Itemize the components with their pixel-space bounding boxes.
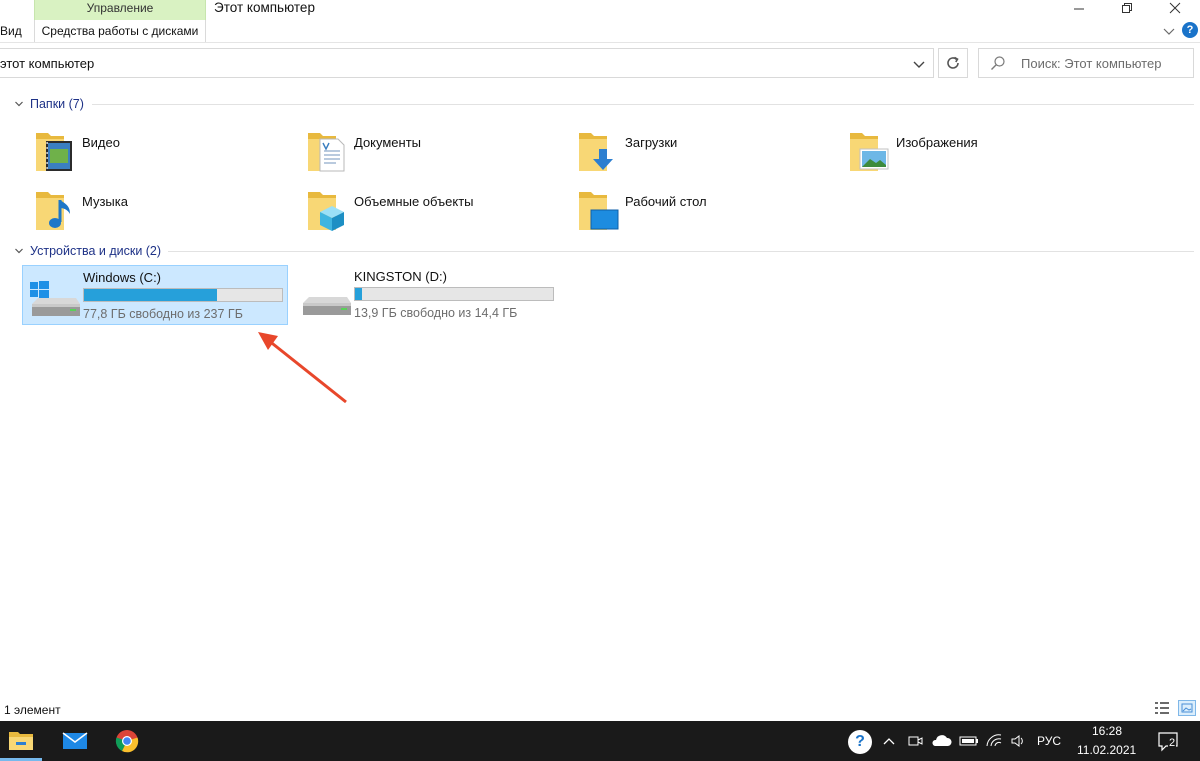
- taskbar-file-explorer[interactable]: [0, 721, 42, 761]
- search-icon: [990, 55, 1006, 71]
- camera-icon: [908, 736, 923, 746]
- folder-desktop[interactable]: Рабочий стол: [577, 184, 707, 240]
- downloads-folder-icon: [579, 133, 613, 171]
- folder-music[interactable]: Музыка: [34, 184, 128, 240]
- music-folder-icon: [36, 192, 70, 230]
- tab-view[interactable]: Вид: [0, 20, 22, 42]
- speaker-icon: [1011, 735, 1023, 747]
- usb-drive-icon: [303, 297, 351, 315]
- taskbar-mail[interactable]: [54, 721, 96, 761]
- drive-free-space: 13,9 ГБ свободно из 14,4 ГБ: [354, 306, 518, 320]
- onedrive-tray-icon[interactable]: [930, 733, 952, 749]
- clock-date[interactable]: 11.02.2021: [1077, 743, 1136, 757]
- drive-c[interactable]: Windows (C:) 77,8 ГБ свободно из 237 ГБ: [22, 265, 288, 325]
- help-tray-icon[interactable]: ?: [848, 730, 872, 754]
- folder-downloads[interactable]: Загрузки: [577, 125, 677, 181]
- clock-time[interactable]: 16:28: [1092, 724, 1122, 738]
- taskbar-chrome[interactable]: [106, 721, 148, 761]
- chevron-up-icon: [883, 738, 895, 745]
- tab-disk-tools[interactable]: Средства работы с дисками: [34, 20, 206, 42]
- details-view-icon: [1155, 702, 1169, 714]
- group-title: Папки (7): [30, 97, 84, 111]
- collapse-ribbon-button[interactable]: [1160, 22, 1178, 40]
- address-bar[interactable]: [0, 48, 934, 78]
- mail-icon: [62, 732, 88, 749]
- refresh-icon: [947, 56, 959, 69]
- annotation-arrow: [258, 332, 347, 404]
- folder-label: Изображения: [896, 135, 978, 150]
- minimize-icon: [1074, 8, 1084, 10]
- close-button[interactable]: [1152, 0, 1198, 16]
- folder-pictures[interactable]: Изображения: [848, 125, 978, 181]
- action-center-button[interactable]: 2: [1156, 729, 1182, 753]
- windows-drive-icon: [30, 281, 80, 316]
- tab-manage-context: Управление: [34, 0, 206, 20]
- meet-now-tray-icon[interactable]: [906, 733, 924, 749]
- details-view-button[interactable]: [1154, 700, 1170, 716]
- refresh-button[interactable]: [938, 48, 968, 78]
- tiles-view-icon: [1181, 703, 1193, 713]
- chevron-down-icon: [913, 61, 925, 68]
- folder-label: Видео: [82, 135, 120, 150]
- drive-d[interactable]: KINGSTON (D:) 13,9 ГБ свободно из 14,4 Г…: [294, 265, 564, 325]
- folder-videos[interactable]: Видео: [34, 125, 120, 181]
- group-title: Устройства и диски (2): [30, 244, 162, 258]
- chevron-down-icon: [15, 101, 23, 107]
- battery-icon: [959, 736, 978, 746]
- group-divider: [92, 104, 1194, 105]
- address-history-dropdown[interactable]: [909, 55, 929, 73]
- folder-label: Загрузки: [625, 135, 678, 150]
- help-button[interactable]: ?: [1182, 22, 1198, 38]
- status-item-count: 1 элемент: [4, 703, 61, 717]
- battery-tray-icon[interactable]: [958, 733, 980, 749]
- help-icon: ?: [1186, 24, 1194, 36]
- pictures-folder-icon: [850, 133, 889, 171]
- drive-usage-bar: [354, 287, 554, 301]
- drive-free-space: 77,8 ГБ свободно из 237 ГБ: [83, 307, 243, 321]
- cloud-icon: [932, 735, 952, 746]
- tiles-view-button[interactable]: [1178, 700, 1196, 716]
- restore-button[interactable]: [1104, 0, 1150, 16]
- group-divider: [168, 251, 1194, 252]
- volume-tray-icon[interactable]: [1010, 733, 1028, 749]
- drive-name: KINGSTON (D:): [354, 269, 447, 284]
- desktop-folder-icon: [579, 192, 619, 230]
- group-header-drives[interactable]: Устройства и диски (2): [14, 244, 161, 258]
- folder-label: Объемные объекты: [354, 194, 474, 209]
- chrome-icon: [115, 730, 139, 753]
- folder-3d-objects[interactable]: Объемные объекты: [306, 184, 474, 240]
- ribbon-divider: [0, 42, 1200, 43]
- chevron-down-icon: [15, 248, 23, 254]
- drive-usage-fill: [355, 288, 362, 300]
- wifi-icon: [986, 734, 1002, 747]
- folder-label: Музыка: [82, 194, 128, 209]
- drive-usage-fill: [84, 289, 217, 301]
- videos-folder-icon: [36, 133, 72, 171]
- network-tray-icon[interactable]: [985, 733, 1003, 749]
- restore-icon: [1122, 3, 1132, 13]
- folder-documents[interactable]: Документы: [306, 125, 421, 181]
- group-header-folders[interactable]: Папки (7): [14, 97, 84, 111]
- address-path[interactable]: этот компьютер: [0, 56, 94, 71]
- show-hidden-icons[interactable]: [880, 733, 898, 749]
- search-input[interactable]: Поиск: Этот компьютер: [1021, 56, 1161, 71]
- language-indicator[interactable]: РУС: [1037, 734, 1061, 748]
- folder-label: Рабочий стол: [625, 194, 707, 209]
- notification-badge: 2: [1168, 737, 1177, 749]
- chevron-down-icon: [1163, 28, 1175, 35]
- minimize-button[interactable]: [1056, 0, 1102, 16]
- drive-usage-bar: [83, 288, 283, 302]
- folder-label: Документы: [354, 135, 422, 150]
- file-explorer-icon: [9, 732, 33, 750]
- close-icon: [1169, 2, 1181, 14]
- 3d-objects-folder-icon: [308, 192, 344, 231]
- window-title: Этот компьютер: [214, 0, 315, 15]
- drive-name: Windows (C:): [83, 270, 162, 285]
- documents-folder-icon: [308, 133, 345, 172]
